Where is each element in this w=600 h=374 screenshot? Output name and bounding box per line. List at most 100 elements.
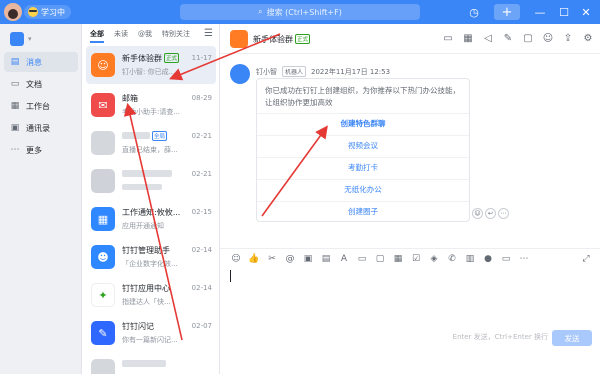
plus-button[interactable]: + [494,4,520,20]
nav-item-more[interactable]: ⋯ 更多 [4,140,78,160]
nav-item-workbench[interactable]: ▦ 工作台 [4,96,78,116]
folder-icon[interactable]: ▢ [374,253,386,265]
tab-unread[interactable]: 未读 [114,29,128,39]
conv-message: 考勤小助手:请查... [122,108,181,116]
input-toolbar: ☺ 👍 ✂ @ ▣ ▤ A ▭ ▢ ▦ ☑ ◈ ✆ ▥ ● ▭ ⋯ ⤢ [220,248,600,268]
conv-time: 02-21 [191,132,212,140]
nav-label: 消息 [26,57,42,67]
status-pill[interactable]: 学习中 [24,5,71,19]
conv-name: 新手体验群 [122,54,162,63]
group-avatar-icon[interactable] [230,30,248,48]
bot-avatar[interactable] [230,64,250,84]
send-label: 发送 [564,333,580,343]
link-video-meeting[interactable]: 视频会议 [257,135,469,155]
conv-message: 你有一篇新闪记... [122,336,178,344]
video-icon[interactable]: ▭ [442,32,454,44]
list-item[interactable]: 02-21 [86,162,216,200]
close-icon[interactable]: ✕ [578,4,594,20]
link-create-group[interactable]: 创建特色群聊 [257,113,469,133]
maximize-icon[interactable]: ☐ [556,4,572,20]
ding-icon[interactable]: ◈ [428,253,440,265]
settings-icon[interactable]: ⚙ [582,32,594,44]
blurred-avatar [91,131,115,155]
list-item[interactable]: ☺ 新手体验群 正式 钉小智: 你已成... 11-17 [86,46,216,84]
conv-time: 02-07 [191,322,212,330]
conv-name: 钉钉应用中心 [122,284,170,293]
search-bar[interactable]: ⌕ 搜索 (Ctrl+Shift+F) [180,4,420,20]
chart-icon[interactable]: ▥ [464,253,476,265]
admin-assistant-icon: ☻ [91,245,115,269]
share-icon[interactable]: ⇪ [562,32,574,44]
conv-tag: 全局 [152,131,168,141]
image-icon[interactable]: ▣ [302,253,314,265]
link-paperless[interactable]: 无纸化办公 [257,179,469,199]
sunglasses-icon [28,7,38,17]
history-icon[interactable]: ◷ [466,4,482,20]
mail-icon: ✉ [91,93,115,117]
link-create-circle[interactable]: 创建圈子 [257,201,469,221]
list-item[interactable] [86,352,216,374]
blurred-name [122,132,150,139]
list-item[interactable]: ✦ 钉钉应用中心 指建达人「快... 02-14 [86,276,216,314]
calendar-icon[interactable]: ▦ [462,32,474,44]
expand-icon[interactable]: ⤢ [580,253,592,265]
more-icon[interactable]: ⋯ [518,253,530,265]
list-item[interactable]: ▦ 工作通知:攸攸... 应用开通通知 02-15 [86,200,216,238]
conv-name: 邮箱 [122,94,138,103]
list-item[interactable]: ✉ 邮箱 考勤小助手:请查... 08-29 [86,86,216,124]
send-hint: Enter 发送，Ctrl+Enter 换行 [452,333,548,341]
folder-icon[interactable]: ▢ [522,32,534,44]
chat-header: 新手体验群 正式 ▭ ▦ ◁ ✎ ▢ ☺ ⇪ ⚙ [220,24,600,54]
doc-icon[interactable]: ▭ [356,253,368,265]
nav-item-messages[interactable]: ▤ 消息 [4,52,78,72]
contacts-icon: ▣ [10,123,20,133]
thumbs-up-icon[interactable]: 👍 [248,253,260,265]
card-text: 你已成功在钉钉上创建组织，为你推荐以下热门办公技能，让组织协作更加高效 [265,86,460,107]
scissors-icon[interactable]: ✂ [266,253,278,265]
add-member-icon[interactable]: ☺ [542,32,554,44]
link-attendance[interactable]: 考勤打卡 [257,157,469,177]
tab-starred[interactable]: 特别关注 [162,29,190,39]
at-icon[interactable]: @ [284,253,296,265]
conv-time: 02-14 [191,284,212,292]
file-icon[interactable]: ▤ [320,253,332,265]
font-icon[interactable]: A [338,253,350,265]
list-item[interactable]: 全局 直播已结束，薛... 02-21 [86,124,216,162]
more-icon[interactable]: ⋯ [498,208,509,219]
minimize-icon[interactable]: — [532,4,548,20]
nav-item-docs[interactable]: ▭ 文档 [4,74,78,94]
conversation-tabs: 全部 未读 @我 特别关注 [82,24,219,44]
video-icon[interactable]: ▭ [500,253,512,265]
doc-icon: ▭ [10,79,20,89]
emoji-icon[interactable]: ☺ [230,253,242,265]
mic-icon[interactable]: ● [482,253,494,265]
calendar-icon[interactable]: ▦ [392,253,404,265]
emoji-react-icon[interactable]: ☺ [472,208,483,219]
text-cursor [230,270,231,282]
list-item[interactable]: ☻ 钉钉管理助手 「企业数字化效... 02-14 [86,238,216,276]
menu-icon[interactable]: ☰ [204,28,213,39]
conv-time: 11-17 [191,54,212,62]
task-icon[interactable]: ☑ [410,253,422,265]
list-item[interactable]: ✎ 钉钉闪记 你有一篇新闪记... 02-07 [86,314,216,352]
reply-icon[interactable]: ↩ [485,208,496,219]
nav-item-contacts[interactable]: ▣ 通讯录 [4,118,78,138]
conv-time: 02-14 [191,246,212,254]
message-input[interactable]: Enter 发送，Ctrl+Enter 换行 发送 [220,268,600,352]
phone-icon[interactable]: ✆ [446,253,458,265]
conversation-list: 全部 未读 @我 特别关注 ☰ ☺ 新手体验群 正式 钉小智: 你已成... 11… [82,24,220,374]
tab-all[interactable]: 全部 [90,29,104,43]
blurred-name [122,360,166,367]
workbench-icon: ▦ [10,101,20,111]
flash-note-icon: ✎ [91,321,115,345]
edit-icon[interactable]: ✎ [502,32,514,44]
user-avatar[interactable] [4,3,22,21]
org-switcher[interactable]: ▾ [10,32,31,46]
search-icon: ⌕ [258,7,263,16]
chat-title: 新手体验群 [253,35,293,44]
tab-mentions[interactable]: @我 [138,29,152,39]
send-button[interactable]: 发送 [552,330,592,346]
announcement-icon[interactable]: ◁ [482,32,494,44]
message-timestamp: 2022年11月17日 12:53 [311,67,391,76]
header-icons: ▭ ▦ ◁ ✎ ▢ ☺ ⇪ ⚙ [442,32,594,44]
